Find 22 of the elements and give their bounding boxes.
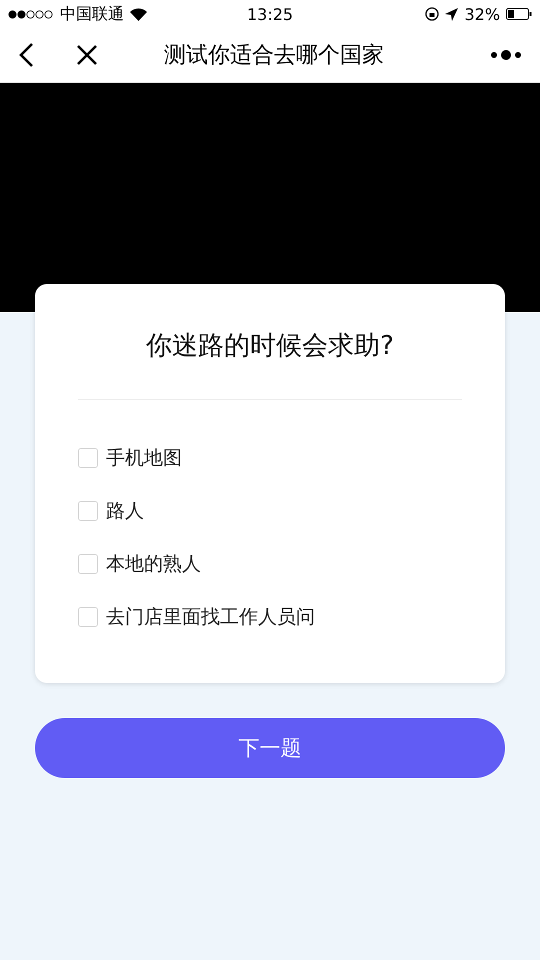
wifi-icon xyxy=(130,8,147,20)
rotation-lock-icon xyxy=(425,7,440,21)
question-text: 你迷路的时候会求助? xyxy=(78,328,462,400)
more-icon xyxy=(490,49,522,61)
next-button[interactable]: 下一题 xyxy=(35,718,505,778)
option-label: 路人 xyxy=(106,499,144,524)
checkbox[interactable] xyxy=(78,501,98,521)
close-icon xyxy=(76,44,98,66)
location-arrow-icon xyxy=(445,8,458,20)
option-label: 去门店里面找工作人员问 xyxy=(106,605,315,630)
checkbox[interactable] xyxy=(78,448,98,468)
back-icon xyxy=(18,42,34,68)
clock-time: 13:25 xyxy=(246,4,294,24)
page-title: 测试你适合去哪个国家 xyxy=(163,42,385,70)
signal-icon xyxy=(8,10,54,18)
option-label: 本地的熟人 xyxy=(106,552,201,577)
carrier-name: 中国联通 xyxy=(60,4,124,24)
checkbox[interactable] xyxy=(78,554,98,574)
battery-percent: 32% xyxy=(464,4,500,24)
option-label: 手机地图 xyxy=(106,446,182,471)
battery-icon xyxy=(506,8,532,20)
checkbox[interactable] xyxy=(78,607,98,627)
